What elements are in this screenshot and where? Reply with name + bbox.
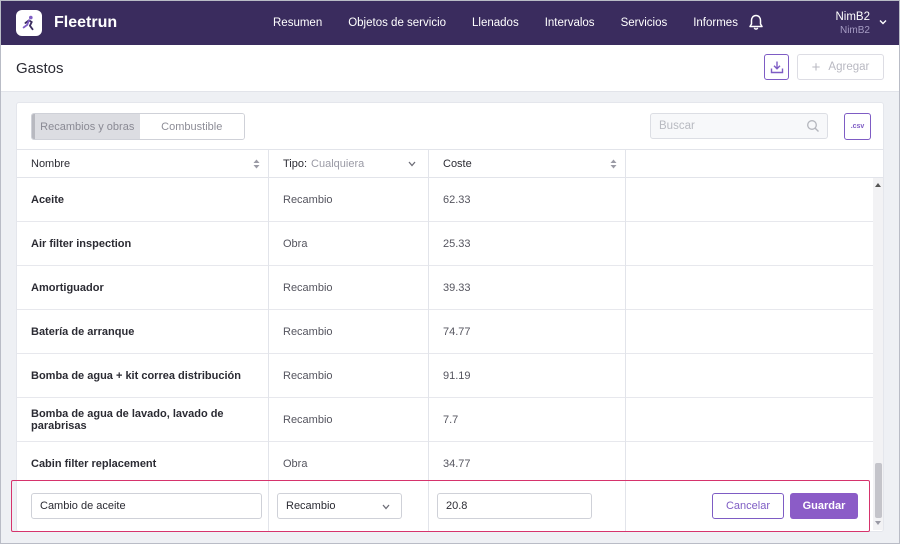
table-row[interactable]: Aceite Recambio 62.33	[17, 178, 873, 222]
chevron-down-icon	[408, 161, 416, 167]
cell-cost: 34.77	[429, 442, 626, 478]
type-filter-value: Cualquiera	[311, 158, 365, 170]
csv-export-button[interactable]: .csv	[844, 113, 871, 140]
cost-input[interactable]: 20.8	[437, 493, 592, 519]
type-select-value: Recambio	[286, 500, 336, 512]
cell-cost: 25.33	[429, 222, 626, 266]
table-scrollbar[interactable]	[873, 178, 883, 530]
column-header-cost-label: Coste	[443, 158, 472, 170]
tab-combustible[interactable]: Combustible	[139, 114, 244, 139]
page-title: Gastos	[16, 60, 64, 77]
edit-cell-name: Cambio de aceite	[17, 478, 269, 531]
column-header-type[interactable]: Tipo: Cualquiera	[269, 150, 429, 178]
cell-name: Bomba de agua + kit correa distribución	[17, 354, 269, 398]
name-input[interactable]: Cambio de aceite	[31, 493, 262, 519]
cell-type: Recambio	[269, 398, 429, 442]
nav-item-intervalos[interactable]: Intervalos	[545, 17, 595, 29]
add-button[interactable]: + Agregar	[797, 54, 884, 80]
table-row[interactable]: Cabin filter replacement Obra 34.77	[17, 442, 873, 478]
cell-name: Aceite	[17, 178, 269, 222]
column-header-name-label: Nombre	[31, 158, 71, 170]
cell-type: Recambio	[269, 178, 429, 222]
nav-item-informes[interactable]: Informes	[693, 17, 738, 29]
sort-icon	[610, 159, 617, 169]
plus-icon: +	[811, 58, 821, 76]
scroll-down-icon[interactable]	[874, 520, 882, 526]
nav-item-llenados[interactable]: Llenados	[472, 17, 519, 29]
user-menu[interactable]: NimB2 NimB2	[835, 11, 870, 36]
tab-recambios-y-obras[interactable]: Recambios y obras	[32, 114, 140, 139]
table-row[interactable]: Bomba de agua de lavado, lavado de parab…	[17, 398, 873, 442]
scroll-thumb[interactable]	[875, 463, 882, 518]
type-select[interactable]: Recambio	[277, 493, 402, 519]
column-header-type-label: Tipo:	[283, 158, 308, 170]
cell-cost: 74.77	[429, 310, 626, 354]
chevron-down-icon	[382, 504, 390, 510]
cell-name: Bomba de agua de lavado, lavado de parab…	[17, 398, 269, 442]
export-button[interactable]	[764, 54, 789, 80]
search-box	[650, 113, 828, 139]
sort-icon	[253, 159, 260, 169]
table-row[interactable]: Bomba de agua + kit correa distribución …	[17, 354, 873, 398]
cell-cost: 39.33	[429, 266, 626, 310]
nav-item-objetos-de-servicio[interactable]: Objetos de servicio	[348, 17, 446, 29]
cell-type: Recambio	[269, 266, 429, 310]
add-button-label: Agregar	[828, 61, 870, 73]
user-name: NimB2	[835, 11, 870, 23]
brand-name: Fleetrun	[54, 14, 118, 31]
expenses-card: Recambios y obras Combustible .csv Nombr…	[16, 102, 884, 532]
bell-icon[interactable]	[748, 14, 764, 31]
cell-type: Recambio	[269, 310, 429, 354]
expense-type-toggle: Recambios y obras Combustible	[31, 113, 245, 140]
table-row[interactable]: Amortiguador Recambio 39.33	[17, 266, 873, 310]
cell-name: Amortiguador	[17, 266, 269, 310]
scroll-up-icon[interactable]	[874, 182, 882, 188]
cell-type: Obra	[269, 442, 429, 478]
table-header: Nombre Tipo: Cualquiera Coste	[17, 149, 883, 178]
cell-type: Obra	[269, 222, 429, 266]
cell-name: Air filter inspection	[17, 222, 269, 266]
user-account: NimB2	[839, 25, 870, 36]
download-icon	[770, 61, 783, 74]
cell-cost: 7.7	[429, 398, 626, 442]
main-nav: Resumen Objetos de servicio Llenados Int…	[260, 0, 751, 45]
cell-name: Batería de arranque	[17, 310, 269, 354]
table-body: Aceite Recambio 62.33 Air filter inspect…	[17, 178, 873, 478]
save-button[interactable]: Guardar	[790, 493, 858, 519]
column-header-cost[interactable]: Coste	[429, 150, 626, 178]
chevron-down-icon[interactable]	[879, 18, 887, 26]
cell-name: Cabin filter replacement	[17, 442, 269, 478]
search-input[interactable]	[659, 114, 799, 138]
cell-type: Recambio	[269, 354, 429, 398]
cell-cost: 62.33	[429, 178, 626, 222]
table-row[interactable]: Air filter inspection Obra 25.33	[17, 222, 873, 266]
cell-cost: 91.19	[429, 354, 626, 398]
edit-cell-type: Recambio	[269, 478, 429, 531]
nav-item-servicios[interactable]: Servicios	[621, 17, 668, 29]
top-nav-bar: Fleetrun Resumen Objetos de servicio Lle…	[0, 0, 900, 45]
edit-cell-cost: 20.8	[429, 478, 626, 531]
fleetrun-logo-icon[interactable]	[16, 10, 42, 36]
cancel-button[interactable]: Cancelar	[712, 493, 784, 519]
search-icon[interactable]	[806, 119, 820, 133]
column-header-name[interactable]: Nombre	[17, 150, 269, 178]
new-expense-row: Cambio de aceite Recambio 20.8 Cancelar …	[17, 478, 873, 531]
nav-item-resumen[interactable]: Resumen	[273, 17, 322, 29]
table-row[interactable]: Batería de arranque Recambio 74.77	[17, 310, 873, 354]
